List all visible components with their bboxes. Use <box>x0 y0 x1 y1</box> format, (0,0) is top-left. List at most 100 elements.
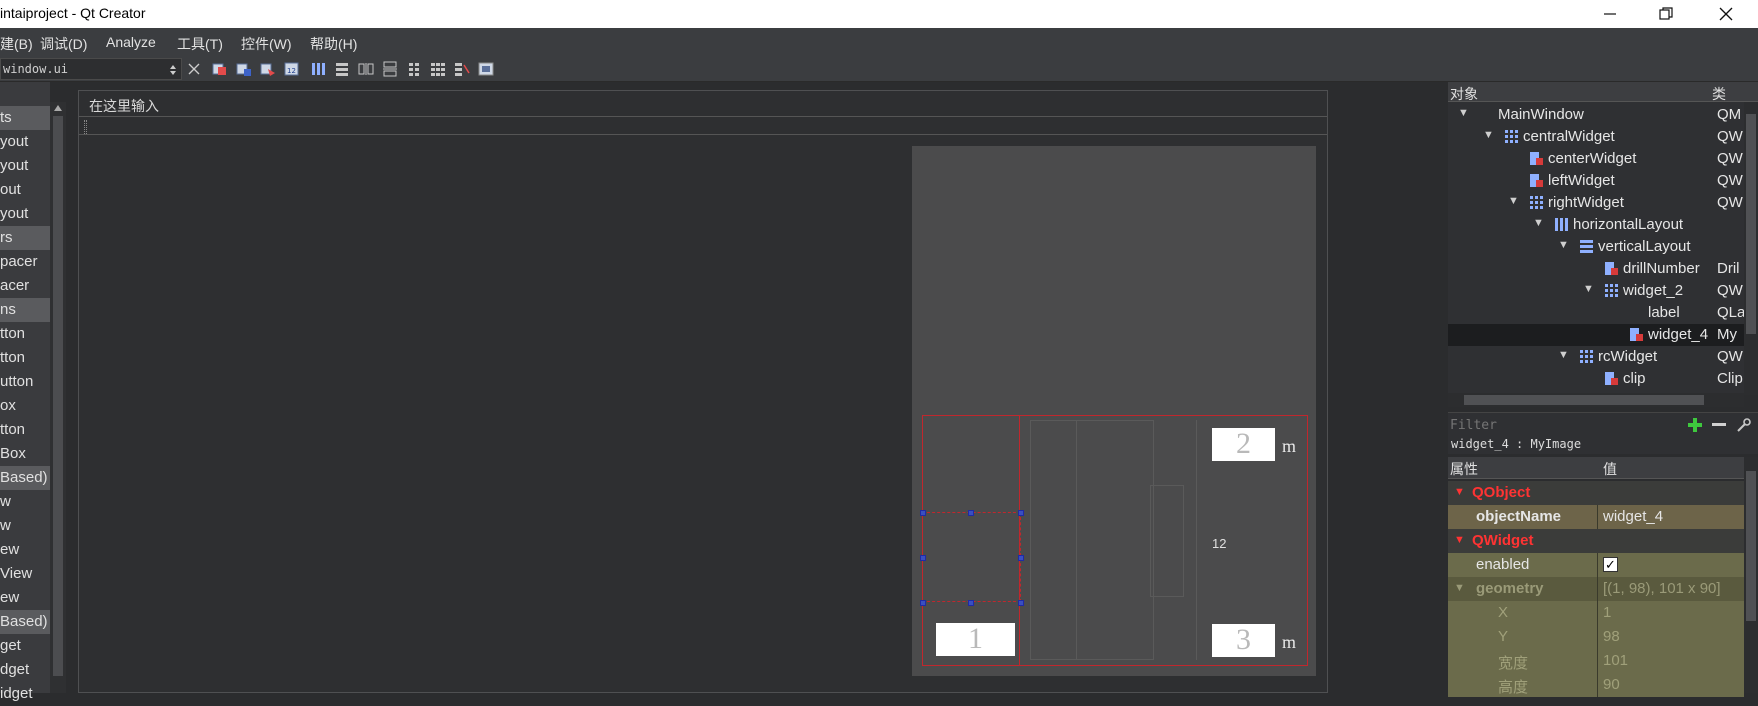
widget-box-category[interactable]: rs <box>0 226 50 250</box>
toolbar-grip-icon[interactable] <box>84 120 87 134</box>
form-menu-placeholder[interactable]: 在这里输入 <box>89 96 159 116</box>
object-tree-row[interactable]: widget_4 My <box>1448 324 1744 346</box>
tree-expand-icon[interactable]: ▼ <box>1583 283 1594 295</box>
widget-4-selection[interactable] <box>922 512 1021 602</box>
enabled-checkbox[interactable]: ✓ <box>1603 557 1618 572</box>
layout-form-icon[interactable] <box>406 61 422 77</box>
object-tree-row[interactable]: ▼ rightWidget QW <box>1448 192 1744 214</box>
object-tree-row[interactable]: leftWidget QW <box>1448 170 1744 192</box>
widget-box-item[interactable]: dget <box>0 658 50 682</box>
property-row[interactable]: objectName widget_4 <box>1448 505 1744 529</box>
layout-vertical-icon[interactable] <box>334 61 350 77</box>
minus-icon[interactable] <box>1712 418 1726 432</box>
drill-number-1-box[interactable]: 1 <box>936 623 1015 656</box>
menu-analyze[interactable]: Analyze <box>106 34 156 50</box>
property-expand-icon[interactable]: ▼ <box>1454 582 1465 594</box>
property-row[interactable]: ▼ geometry [(1, 98), 101 x 90] <box>1448 577 1744 601</box>
widget-box-item[interactable]: out <box>0 178 50 202</box>
object-tree-hscroll[interactable] <box>1448 393 1744 407</box>
column-object[interactable]: 对象 <box>1450 84 1478 104</box>
widget-box-item[interactable]: yout <box>0 154 50 178</box>
property-value[interactable]: 101 <box>1603 652 1628 669</box>
widget-box-item[interactable]: ox <box>0 394 50 418</box>
property-expand-icon[interactable]: ▼ <box>1454 486 1465 498</box>
widget-box-category[interactable]: Based) <box>0 466 50 490</box>
property-value[interactable]: 1 <box>1603 604 1611 621</box>
drill-number-3-box[interactable]: 3 <box>1212 624 1275 657</box>
property-row[interactable]: Y 98 <box>1448 625 1744 649</box>
property-row[interactable]: ▼ QObject <box>1448 481 1744 505</box>
menu-build[interactable]: 建(B) <box>0 34 33 54</box>
object-tree-vscroll[interactable] <box>1744 102 1758 395</box>
widget-box-item[interactable]: ew <box>0 586 50 610</box>
widget-box-item[interactable]: idget <box>0 682 50 706</box>
object-tree-row[interactable]: clip Clip <box>1448 368 1744 390</box>
widget-box-item[interactable]: pacer <box>0 250 50 274</box>
resize-handle-l[interactable] <box>920 555 926 561</box>
property-value[interactable]: widget_4 <box>1603 508 1663 525</box>
widget-box-item[interactable]: yout <box>0 130 50 154</box>
object-tree-row[interactable]: ▼ verticalLayout <box>1448 236 1744 258</box>
menu-help[interactable]: 帮助(H) <box>310 34 357 54</box>
resize-handle-bl[interactable] <box>920 600 926 606</box>
column-value[interactable]: 值 <box>1603 459 1617 479</box>
drill-number-2-box[interactable]: 2 <box>1212 428 1275 461</box>
widget-box-item[interactable]: Box <box>0 442 50 466</box>
tree-expand-icon[interactable]: ▼ <box>1558 239 1569 251</box>
resize-handle-b[interactable] <box>968 600 974 606</box>
resize-handle-t[interactable] <box>968 510 974 516</box>
layout-horizontal-icon[interactable] <box>310 61 326 77</box>
widget-box-category[interactable]: ns <box>0 298 50 322</box>
menu-tools[interactable]: 工具(T) <box>177 34 223 54</box>
widget-box-scroll-thumb[interactable] <box>53 116 63 676</box>
layout-grid-icon[interactable] <box>430 61 446 77</box>
property-editor-vscroll-thumb[interactable] <box>1746 471 1756 621</box>
property-editor-vscroll[interactable] <box>1744 457 1758 693</box>
break-layout-icon[interactable] <box>454 61 470 77</box>
widget-box-item[interactable]: w <box>0 514 50 538</box>
restore-icon[interactable] <box>1638 0 1694 28</box>
wrench-icon[interactable] <box>1736 417 1752 433</box>
column-property[interactable]: 属性 <box>1450 459 1478 479</box>
widget-box-item[interactable]: tton <box>0 346 50 370</box>
close-document-icon[interactable] <box>188 63 200 75</box>
tree-expand-icon[interactable]: ▼ <box>1533 217 1544 229</box>
close-icon[interactable] <box>1698 0 1754 28</box>
property-row[interactable]: 高度 90 <box>1448 673 1744 697</box>
widget-box-item[interactable]: get <box>0 634 50 658</box>
widget-box-item[interactable]: utton <box>0 370 50 394</box>
column-class[interactable]: 类 <box>1712 84 1726 104</box>
filter-input[interactable] <box>1450 415 1686 435</box>
menu-widgets[interactable]: 控件(W) <box>241 34 292 54</box>
object-tree-row[interactable]: ▼ centralWidget QW <box>1448 126 1744 148</box>
scroll-up-icon[interactable] <box>53 104 63 112</box>
open-file-combo[interactable]: window.ui <box>0 58 182 80</box>
resize-handle-tl[interactable] <box>920 510 926 516</box>
object-tree-row[interactable]: label QLa <box>1448 302 1745 324</box>
property-expand-icon[interactable]: ▼ <box>1454 534 1465 546</box>
edit-tab-order-icon[interactable]: 12 <box>284 61 300 77</box>
resize-handle-br[interactable] <box>1018 600 1024 606</box>
minimize-icon[interactable] <box>1582 0 1638 28</box>
object-tree-row[interactable]: ▼ MainWindow QM <box>1448 104 1744 126</box>
form-toolbar[interactable] <box>79 118 1327 135</box>
object-tree-row[interactable]: ▼ horizontalLayout <box>1448 214 1744 236</box>
object-tree-row[interactable]: ▼ rcWidget QW <box>1448 346 1744 368</box>
widget-box-category[interactable]: ts <box>0 106 50 130</box>
tree-expand-icon[interactable]: ▼ <box>1483 129 1494 141</box>
property-row[interactable]: X1 <box>1448 601 1744 625</box>
widget-box-item[interactable]: w <box>0 490 50 514</box>
tree-expand-icon[interactable]: ▼ <box>1458 107 1469 119</box>
edit-buddies-icon[interactable] <box>260 61 276 77</box>
widget-box-item[interactable]: tton <box>0 418 50 442</box>
object-tree-row[interactable]: centerWidget QW <box>1448 148 1744 170</box>
resize-handle-r[interactable] <box>1018 555 1024 561</box>
object-tree-vscroll-thumb[interactable] <box>1746 114 1756 334</box>
tree-expand-icon[interactable]: ▼ <box>1558 349 1569 361</box>
tree-expand-icon[interactable]: ▼ <box>1508 195 1519 207</box>
widget-box-item[interactable]: tton <box>0 322 50 346</box>
layout-v-splitter-icon[interactable] <box>382 61 398 77</box>
plus-icon[interactable] <box>1688 418 1702 432</box>
property-row[interactable]: ▼ QWidget <box>1448 529 1744 553</box>
edit-signals-icon[interactable] <box>236 61 252 77</box>
